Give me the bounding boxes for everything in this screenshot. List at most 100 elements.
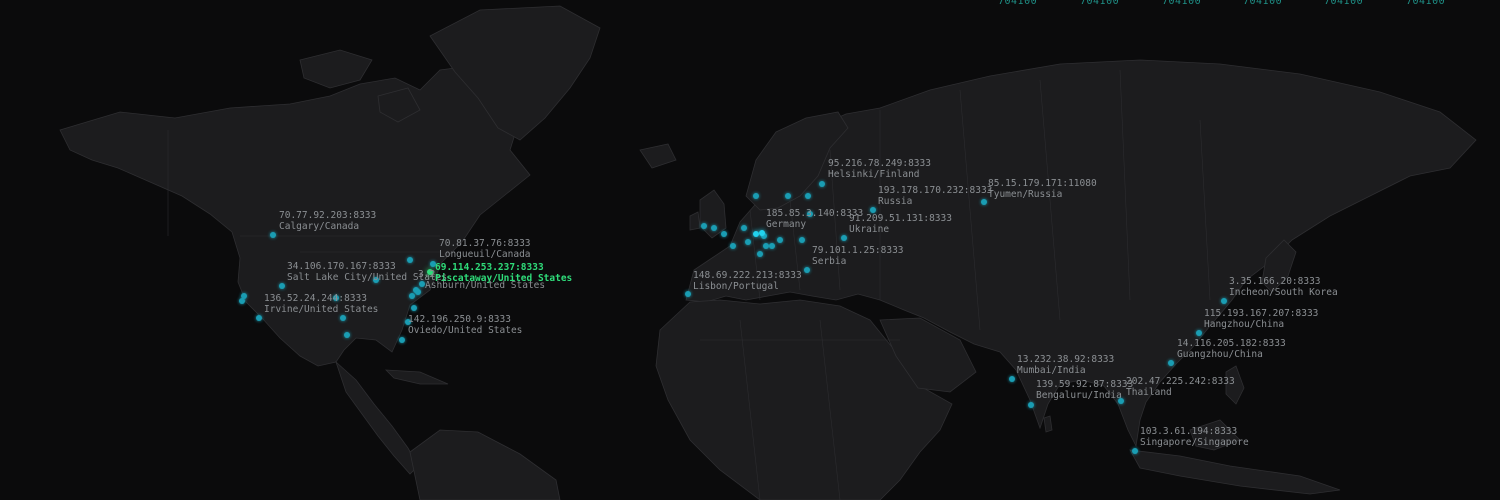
node-location: Mumbai/India <box>1017 365 1086 376</box>
node-marker[interactable] <box>409 293 415 299</box>
node-label-calgary: 70.77.92.203:8333 Calgary/Canada <box>279 210 376 232</box>
node-ip: 13.232.38.92:8333 <box>1017 354 1115 365</box>
node-marker-hangzhou[interactable] <box>1196 330 1202 336</box>
node-location: Ashburn/United States <box>425 280 546 291</box>
node-label-irvine: 136.52.24.244:8333 Irvine/United States <box>264 293 378 315</box>
node-location: Thailand <box>1126 387 1172 398</box>
node-location: Tyumen/Russia <box>988 189 1063 200</box>
node-marker-mumbai[interactable] <box>1009 376 1015 382</box>
node-marker-ukraine[interactable] <box>841 235 847 241</box>
node-ip: 193.178.170.232:8333 <box>878 185 993 196</box>
node-ip: 148.69.222.213:8333 <box>693 270 802 281</box>
node-marker[interactable] <box>344 332 350 338</box>
node-ip: 3.2 <box>418 269 436 280</box>
node-label-singapore: 103.3.61.194:8333 Singapore/Singapore <box>1140 426 1249 448</box>
node-marker-salt-lake-city[interactable] <box>279 283 285 289</box>
node-marker-serbia[interactable] <box>804 267 810 273</box>
node-location: Russia <box>878 196 913 207</box>
node-marker[interactable] <box>711 225 717 231</box>
iceland-landmass <box>639 143 677 169</box>
node-marker[interactable] <box>730 243 736 249</box>
node-label-longueuil: 70.81.37.76:8333 Longueuil/Canada <box>439 238 531 260</box>
node-label-oviedo: 142.196.250.9:8333 Oviedo/United States <box>408 314 522 336</box>
node-marker[interactable] <box>745 239 751 245</box>
node-label-lisbon: 148.69.222.213:8333 Lisbon/Portugal <box>693 270 802 292</box>
node-marker[interactable] <box>721 231 727 237</box>
node-marker-calgary[interactable] <box>270 232 276 238</box>
node-marker-tyumen[interactable] <box>981 199 987 205</box>
node-marker-lisbon[interactable] <box>685 291 691 297</box>
node-ip: 14.116.205.182:8333 <box>1177 338 1286 349</box>
node-location: Ukraine <box>849 224 890 235</box>
node-marker[interactable] <box>741 225 747 231</box>
node-marker-helsinki[interactable] <box>819 181 825 187</box>
node-marker-irvine[interactable] <box>256 315 262 321</box>
node-location: Longueuil/Canada <box>439 249 531 260</box>
node-label-hangzhou: 115.193.167.207:8333 Hangzhou/China <box>1204 308 1318 330</box>
south-america-landmass <box>409 429 561 500</box>
world-map-background <box>59 5 1477 500</box>
node-marker[interactable] <box>239 298 245 304</box>
node-marker[interactable] <box>399 337 405 343</box>
node-label-ashburn: 3.2 <box>418 269 435 280</box>
top-counter-bar: 704100 704100 704100 704100 704100 70410… <box>0 0 1500 10</box>
node-label-helsinki: 95.216.78.249:8333 Helsinki/Finland <box>828 158 931 180</box>
node-marker[interactable] <box>340 315 346 321</box>
node-label-ashburn-location: Ashburn/United States <box>425 280 545 291</box>
node-label-incheon: 3.35.166.20:8333 Incheon/South Korea <box>1229 276 1338 298</box>
node-label-tyumen: 85.15.179.171:11080 Tyumen/Russia <box>988 178 1097 200</box>
node-location: Lisbon/Portugal <box>693 281 779 292</box>
sri-lanka-landmass <box>1043 415 1053 433</box>
node-marker[interactable] <box>785 193 791 199</box>
node-marker-incheon[interactable] <box>1221 298 1227 304</box>
node-marker-guangzhou[interactable] <box>1168 360 1174 366</box>
node-ip: 103.3.61.194:8333 <box>1140 426 1238 437</box>
node-marker[interactable] <box>769 243 775 249</box>
node-label-ukraine: 91.209.51.131:8333 Ukraine <box>849 213 952 235</box>
node-ip: 139.59.92.87:8333 <box>1036 379 1134 390</box>
node-location: Singapore/Singapore <box>1140 437 1249 448</box>
node-marker-germany[interactable] <box>759 230 765 236</box>
block-height-counter: 704100 <box>1243 0 1283 7</box>
node-ip: 142.196.250.9:8333 <box>408 314 511 325</box>
node-marker-ashburn[interactable] <box>415 289 421 295</box>
node-marker[interactable] <box>701 223 707 229</box>
node-label-russia: 193.178.170.232:8333 Russia <box>878 185 992 207</box>
block-height-counter: 704100 <box>998 0 1038 7</box>
node-location: Hangzhou/China <box>1204 319 1285 330</box>
node-marker-thailand[interactable] <box>1118 398 1124 404</box>
node-ip: 70.77.92.203:8333 <box>279 210 377 221</box>
node-ip: 3.35.166.20:8333 <box>1229 276 1321 287</box>
node-location: Incheon/South Korea <box>1229 287 1338 298</box>
caribbean-islands <box>384 369 449 385</box>
node-marker[interactable] <box>777 237 783 243</box>
node-ip: 136.52.24.244:8333 <box>264 293 367 304</box>
node-marker[interactable] <box>799 237 805 243</box>
node-marker-bengaluru[interactable] <box>1028 402 1034 408</box>
block-height-counter: 704100 <box>1080 0 1120 7</box>
node-ip: 91.209.51.131:8333 <box>849 213 952 224</box>
node-location: Helsinki/Finland <box>828 169 920 180</box>
node-location: Calgary/Canada <box>279 221 360 232</box>
node-label-serbia: 79.101.1.25:8333 Serbia <box>812 245 904 267</box>
node-location: Oviedo/United States <box>408 325 523 336</box>
node-marker[interactable] <box>757 251 763 257</box>
node-label-thailand: 202.47.225.242:8333 Thailand <box>1126 376 1235 398</box>
node-ip: 202.47.225.242:8333 <box>1126 376 1235 387</box>
block-height-counter: 704100 <box>1162 0 1202 7</box>
node-location: Serbia <box>812 256 847 267</box>
node-ip: 85.15.179.171:11080 <box>988 178 1097 189</box>
world-node-map[interactable]: 704100 704100 704100 704100 704100 70410… <box>0 0 1500 500</box>
node-ip: 79.101.1.25:8333 <box>812 245 904 256</box>
node-marker-singapore[interactable] <box>1132 448 1138 454</box>
block-height-counter: 704100 <box>1406 0 1446 7</box>
node-ip: 70.81.37.76:8333 <box>439 238 531 249</box>
node-ip: 95.216.78.249:8333 <box>828 158 931 169</box>
node-label-mumbai: 13.232.38.92:8333 Mumbai/India <box>1017 354 1114 376</box>
node-location: Irvine/United States <box>264 304 379 315</box>
node-marker[interactable] <box>411 305 417 311</box>
node-marker[interactable] <box>805 193 811 199</box>
node-location: Guangzhou/China <box>1177 349 1263 360</box>
node-ip: 115.193.167.207:8333 <box>1204 308 1319 319</box>
node-marker[interactable] <box>753 193 759 199</box>
